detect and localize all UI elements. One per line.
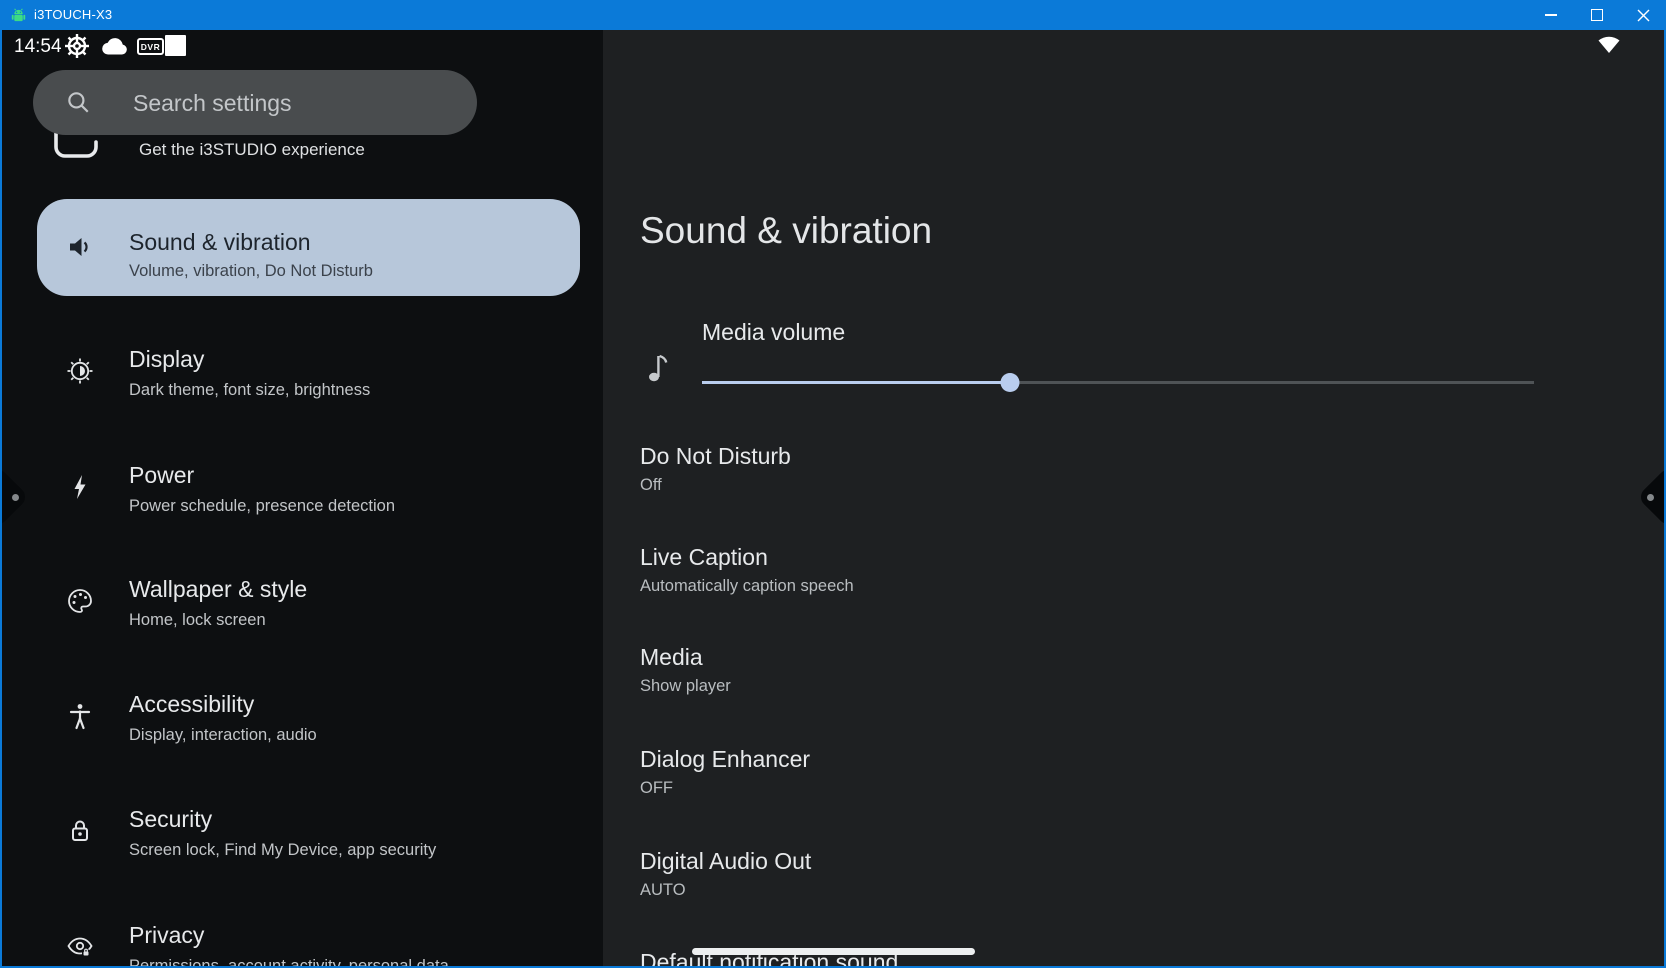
- settings-sidebar: 14:54 DVR: [2, 30, 603, 966]
- sidebar-item-power[interactable]: Power Power schedule, presence detection: [2, 461, 582, 553]
- sidebar-item-display[interactable]: Display Dark theme, font size, brightnes…: [2, 345, 582, 437]
- setting-value: AUTO: [640, 880, 686, 900]
- setting-value: OFF: [640, 778, 673, 798]
- setting-value: Automatically caption speech: [640, 576, 854, 596]
- maximize-icon: [1591, 9, 1603, 21]
- media-volume-slider[interactable]: [702, 370, 1534, 394]
- window-titlebar: i3TOUCH-X3: [0, 0, 1666, 30]
- sidebar-item-privacy[interactable]: Privacy Permissions, account activity, p…: [2, 921, 582, 968]
- sidebar-item-label: Security: [129, 805, 212, 833]
- sidebar-item-accessibility[interactable]: Accessibility Display, interaction, audi…: [2, 690, 582, 782]
- scroll-indicator-bar: [692, 948, 975, 955]
- sidebar-item-subtitle: Permissions, account activity, personal …: [129, 956, 449, 968]
- status-time: 14:54: [14, 34, 62, 60]
- setting-row-dialog-enhancer[interactable]: Dialog Enhancer OFF: [640, 745, 1540, 837]
- accessibility-person-icon: [66, 702, 94, 730]
- sidebar-item-subtitle: Screen lock, Find My Device, app securit…: [129, 840, 436, 860]
- cloud-icon: [102, 37, 129, 55]
- android-robot-icon: [10, 7, 27, 24]
- slider-fill: [702, 381, 1010, 385]
- minimize-icon: [1545, 14, 1557, 16]
- sidebar-item-label: Wallpaper & style: [129, 575, 307, 603]
- setting-row-media[interactable]: Media Show player: [640, 643, 1540, 735]
- sidebar-item-subtitle: Home, lock screen: [129, 610, 266, 630]
- banner-subtitle: Get the i3STUDIO experience: [139, 140, 365, 160]
- sidebar-item-label: Privacy: [129, 921, 204, 949]
- sidebar-item-label: Power: [129, 461, 194, 489]
- music-note-icon: [647, 350, 669, 384]
- close-button[interactable]: [1620, 0, 1666, 30]
- sidebar-item-subtitle: Display, interaction, audio: [129, 725, 317, 745]
- lightning-bolt-icon: [66, 473, 94, 501]
- brightness-icon: [66, 357, 94, 385]
- app-window: i3TOUCH-X3 14:54: [0, 0, 1666, 968]
- sidebar-item-subtitle: Volume, vibration, Do Not Disturb: [129, 261, 373, 281]
- sidebar-item-subtitle: Power schedule, presence detection: [129, 496, 395, 516]
- sidebar-item-label: Display: [129, 345, 204, 373]
- sidebar-item-wallpaper-style[interactable]: Wallpaper & style Home, lock screen: [2, 575, 582, 667]
- setting-row-live-caption[interactable]: Live Caption Automatically caption speec…: [640, 543, 1540, 635]
- search-icon: [65, 89, 91, 115]
- eye-lock-icon: [66, 933, 94, 961]
- settings-gear-icon: [63, 32, 91, 60]
- setting-value: Show player: [640, 676, 731, 696]
- setting-label: Do Not Disturb: [640, 442, 791, 470]
- maximize-button[interactable]: [1574, 0, 1620, 30]
- search-bar[interactable]: [33, 70, 477, 135]
- speaker-icon: [66, 233, 94, 261]
- slider-thumb[interactable]: [1000, 373, 1019, 392]
- setting-value: Off: [640, 475, 662, 495]
- settings-app: 14:54 DVR: [0, 30, 1666, 968]
- display-outline-icon: [52, 130, 100, 164]
- dvr-badge: DVR: [137, 38, 164, 55]
- sidebar-item-security[interactable]: Security Screen lock, Find My Device, ap…: [2, 805, 582, 897]
- setting-label: Dialog Enhancer: [640, 745, 810, 773]
- setting-row-digital-audio-out[interactable]: Digital Audio Out AUTO: [640, 847, 1540, 939]
- sidebar-item-label: Sound & vibration: [129, 228, 311, 256]
- page-title: Sound & vibration: [640, 208, 932, 254]
- setting-row-do-not-disturb[interactable]: Do Not Disturb Off: [640, 442, 1540, 534]
- padlock-icon: [66, 817, 94, 845]
- wifi-icon: [1596, 32, 1622, 56]
- media-volume-label: Media volume: [702, 318, 845, 346]
- setting-label: Live Caption: [640, 543, 768, 571]
- palette-icon: [66, 587, 94, 615]
- sidebar-item-label: Accessibility: [129, 690, 254, 718]
- window-title: i3TOUCH-X3: [34, 0, 112, 30]
- search-input[interactable]: [131, 70, 455, 137]
- minimize-button[interactable]: [1528, 0, 1574, 30]
- white-square-icon: [165, 35, 186, 56]
- sidebar-item-sound-vibration[interactable]: Sound & vibration Volume, vibration, Do …: [37, 199, 580, 296]
- setting-label: Media: [640, 643, 703, 671]
- right-edge-handle-dot: [1647, 494, 1654, 501]
- close-icon: [1637, 9, 1650, 22]
- setting-label: Digital Audio Out: [640, 847, 811, 875]
- left-edge-handle-dot: [12, 494, 19, 501]
- sidebar-item-subtitle: Dark theme, font size, brightness: [129, 380, 370, 400]
